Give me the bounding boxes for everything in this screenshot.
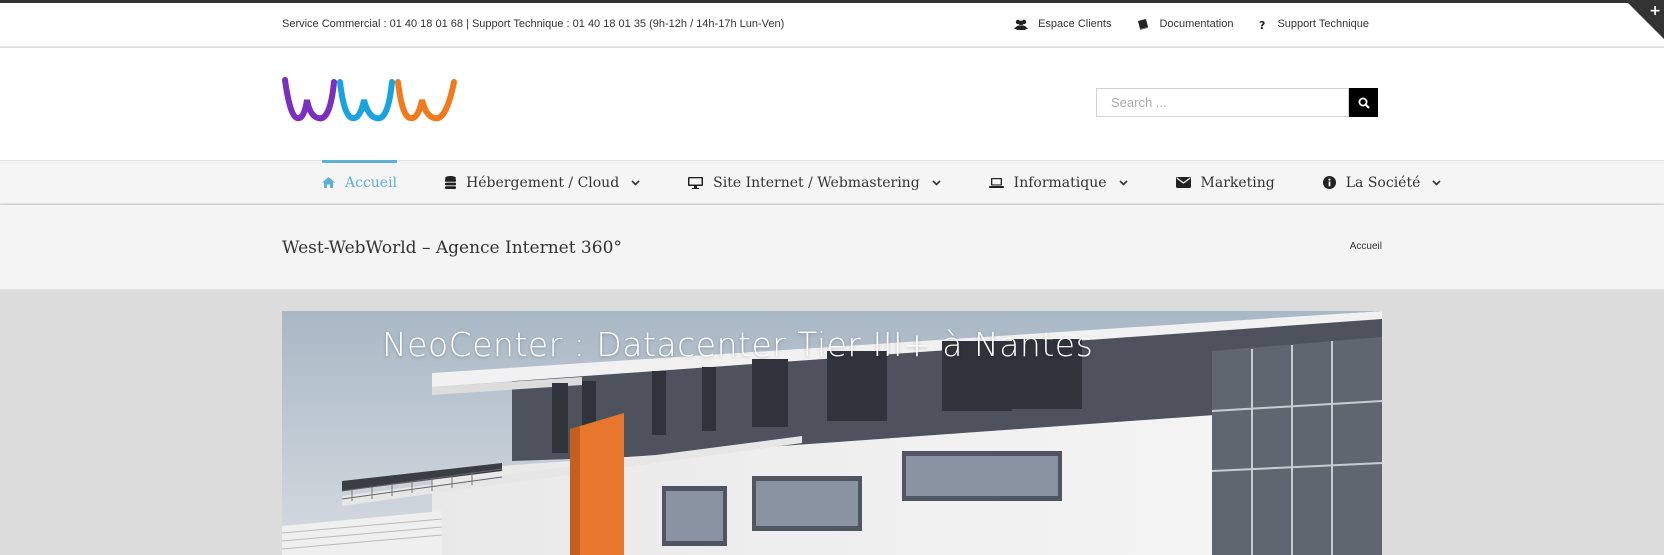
users-icon (1014, 19, 1029, 30)
documentation-label: Documentation (1159, 18, 1234, 30)
page-title-bar: West-WebWorld – Agence Internet 360° Acc… (0, 205, 1664, 290)
nav-item-informatique[interactable]: Informatique (988, 161, 1128, 204)
envelope-icon (1175, 177, 1191, 188)
chevron-down-icon (932, 179, 941, 186)
question-icon: ? (1259, 19, 1267, 30)
nav-label: Marketing (1200, 174, 1275, 191)
page-title: West-WebWorld – Agence Internet 360° (282, 238, 622, 258)
support-technique-label: Support Technique (1277, 18, 1369, 30)
nav-label: Informatique (1013, 174, 1107, 191)
documentation-link[interactable]: Documentation (1137, 18, 1233, 30)
svg-text:?: ? (1259, 19, 1265, 30)
plus-icon: + (1649, 3, 1661, 19)
nav-label: Site Internet / Webmastering (713, 174, 920, 191)
search-input[interactable] (1096, 88, 1349, 117)
support-technique-link[interactable]: ? Support Technique (1259, 18, 1369, 30)
contact-info: Service Commercial : 01 40 18 01 68 | Su… (282, 18, 785, 30)
nav-item-la-societe[interactable]: La Société (1322, 161, 1442, 204)
search-form (1096, 88, 1378, 117)
nav-item-accueil[interactable]: Accueil (322, 160, 398, 204)
database-icon (445, 176, 457, 189)
www-logo-icon (282, 77, 457, 122)
book-icon (1137, 18, 1149, 30)
chevron-down-icon (1432, 179, 1441, 186)
logo-text: WWW (460, 76, 461, 77)
espace-clients-label: Espace Clients (1038, 18, 1112, 30)
search-icon (1358, 97, 1370, 109)
chevron-down-icon (631, 179, 640, 186)
top-links: Espace Clients Documentation ? Support T… (1014, 18, 1369, 30)
site-header: WWW (0, 48, 1664, 160)
nav-item-marketing[interactable]: Marketing (1175, 161, 1275, 204)
site-logo[interactable]: WWW (282, 76, 460, 128)
espace-clients-link[interactable]: Espace Clients (1014, 18, 1111, 30)
nav-item-site-internet[interactable]: Site Internet / Webmastering (688, 161, 941, 204)
laptop-icon (988, 177, 1004, 188)
nav-label: Accueil (345, 174, 398, 191)
top-bar: Service Commercial : 01 40 18 01 68 | Su… (0, 3, 1664, 47)
main-nav: Accueil Hébergement / Cloud Site Interne… (0, 160, 1664, 204)
hero-title: NeoCenter : Datacenter Tier III+ à Nante… (382, 325, 1094, 364)
chevron-down-icon (1118, 179, 1128, 186)
info-icon (1322, 176, 1336, 189)
nav-label: Hébergement / Cloud (466, 174, 620, 191)
home-icon (322, 177, 335, 188)
breadcrumb[interactable]: Accueil (1350, 241, 1382, 252)
nav-label: La Société (1345, 174, 1421, 191)
nav-item-hebergement[interactable]: Hébergement / Cloud (445, 161, 640, 204)
desktop-icon (688, 176, 704, 189)
search-button[interactable] (1349, 88, 1378, 117)
hero-slider[interactable]: NeoCenter : Datacenter Tier III+ à Nante… (282, 311, 1382, 555)
